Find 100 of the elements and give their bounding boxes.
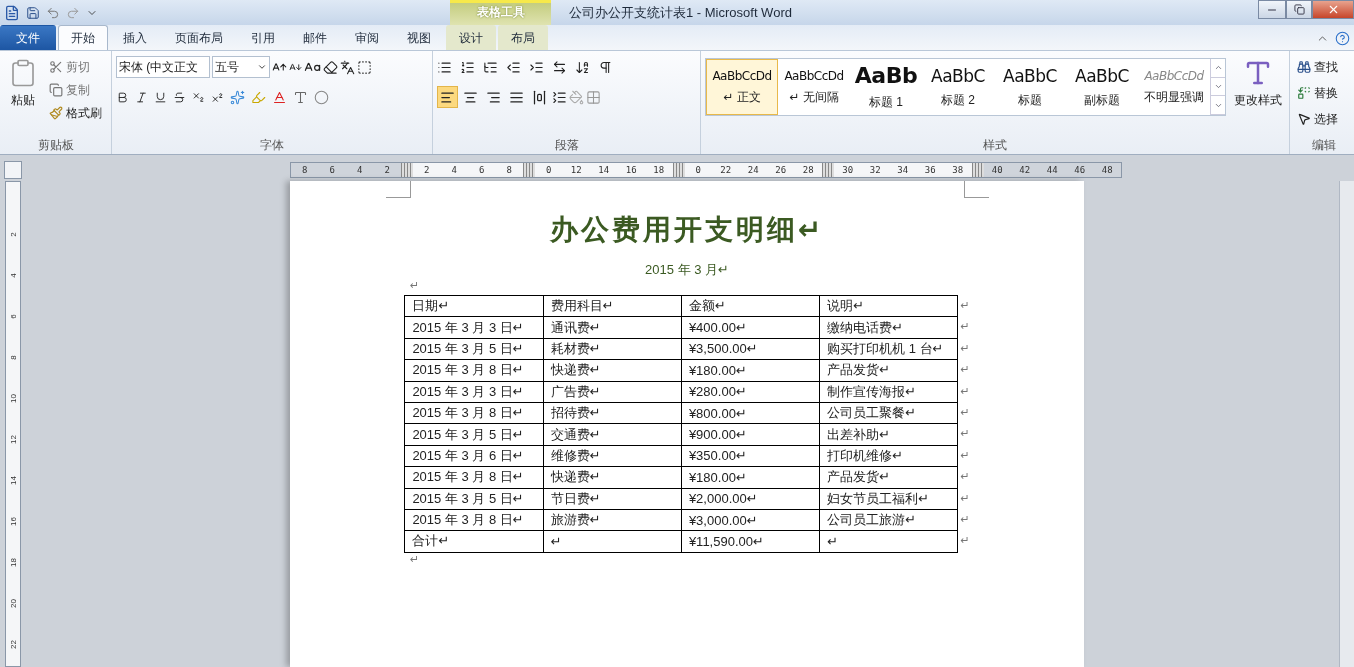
- ruler-number: 36: [923, 164, 937, 177]
- font-name-field[interactable]: 宋体 (中文正文: [116, 56, 210, 78]
- character-border-icon[interactable]: [357, 59, 372, 75]
- multilevel-list-icon[interactable]: [483, 59, 498, 75]
- decrease-indent-icon[interactable]: [506, 59, 521, 75]
- ruler-number: 32: [868, 164, 882, 177]
- table-cell: ¥400.00↵: [681, 316, 820, 339]
- font-size-field[interactable]: 五号: [212, 56, 270, 78]
- table-cell: 2015 年 3 月 8 日↵: [404, 466, 544, 488]
- table-cell: 快递费↵: [543, 359, 682, 382]
- table-cell: 2015 年 3 月 6 日↵: [404, 445, 544, 467]
- table-cell: 维修费↵: [543, 445, 682, 467]
- ribbon-tab[interactable]: 开始: [58, 25, 108, 50]
- enclose-character-icon[interactable]: [314, 89, 329, 105]
- font-color-icon[interactable]: [272, 89, 287, 105]
- replace-button[interactable]: 替换: [1294, 82, 1341, 104]
- group-label: 编辑: [1311, 137, 1337, 154]
- column-marker-icon[interactable]: [523, 163, 535, 177]
- table-cell: 产品发货↵: [819, 466, 958, 488]
- ruler-number: 40: [990, 164, 1004, 177]
- ribbon-tab[interactable]: 引用: [238, 25, 288, 50]
- align-button[interactable]: [437, 86, 458, 108]
- show-marks-icon[interactable]: [598, 59, 613, 75]
- horizontal-ruler[interactable]: 8 6 4 2 2 4 6 8 0 12 14 16 18 0 22 24 26 28 30 32 34 36 38 40 42 44 46 48: [290, 162, 1122, 178]
- ruler-number: 8: [301, 164, 309, 177]
- subscript-icon[interactable]: [192, 90, 205, 104]
- ruler-number: 4: [356, 164, 364, 177]
- close-button[interactable]: [1312, 0, 1354, 19]
- align-icon: [532, 89, 547, 105]
- help-icon[interactable]: [1335, 31, 1350, 46]
- ruler-number: 30: [841, 164, 855, 177]
- ruler-number: 4: [450, 164, 458, 177]
- ribbon-tab[interactable]: 视图: [394, 25, 444, 50]
- underline-icon[interactable]: [154, 90, 167, 104]
- ribbon-tab[interactable]: 插入: [110, 25, 160, 50]
- table-cell: 2015 年 3 月 5 日↵: [404, 488, 544, 510]
- column-marker-icon[interactable]: [401, 163, 413, 177]
- phonetic-guide-icon[interactable]: [340, 59, 355, 75]
- table-cell: 节日费↵: [543, 488, 682, 510]
- text-direction-icon[interactable]: [552, 59, 567, 75]
- text-effect-icon[interactable]: [230, 89, 245, 105]
- ruler-number: 14: [7, 476, 19, 485]
- ruler-number: 18: [7, 558, 19, 567]
- strikethrough-icon[interactable]: [173, 90, 186, 104]
- borders-icon[interactable]: [586, 89, 601, 105]
- paste-button[interactable]: 粘贴: [4, 56, 42, 137]
- table-cell: 妇女节员工福利↵: [819, 488, 958, 510]
- table-cell: 2015 年 3 月 3 日↵: [404, 316, 544, 339]
- group-label: 段落: [553, 137, 580, 154]
- bullets-icon[interactable]: [437, 59, 452, 75]
- ruler-number: 42: [1018, 164, 1032, 177]
- restore-button[interactable]: [1286, 0, 1312, 19]
- table-cell: ↵: [819, 530, 958, 553]
- style-preview: AaBbCcDd: [712, 68, 772, 83]
- ruler-number: 8: [7, 355, 19, 360]
- minimize-button[interactable]: [1258, 0, 1286, 19]
- scrollbar[interactable]: [1339, 181, 1354, 667]
- table-cell: ¥2,000.00↵: [681, 488, 820, 510]
- numbering-icon[interactable]: [460, 59, 475, 75]
- line-spacing-icon[interactable]: [552, 89, 567, 105]
- scissors-icon: [49, 60, 63, 74]
- column-marker-icon[interactable]: [822, 163, 834, 177]
- clear-format-icon[interactable]: [323, 59, 338, 75]
- increase-indent-icon[interactable]: [529, 59, 544, 75]
- ribbon-tab[interactable]: 设计: [446, 25, 496, 50]
- cut-button[interactable]: 剪切: [46, 56, 105, 78]
- ribbon-tab[interactable]: 邮件: [290, 25, 340, 50]
- superscript-icon[interactable]: [211, 90, 224, 104]
- paragraph-mark: ↵: [410, 552, 420, 567]
- ribbon-tab[interactable]: 文件: [0, 25, 56, 50]
- table-cell: ¥3,000.00↵: [681, 509, 820, 531]
- ribbon-tab[interactable]: 页面布局: [162, 25, 236, 50]
- bold-icon[interactable]: [116, 90, 129, 104]
- copy-button[interactable]: 复制: [46, 79, 105, 101]
- vertical-ruler[interactable]: 2 4 6 8 10 12 14 16 18 20 22: [5, 181, 21, 667]
- ribbon-tab[interactable]: 审阅: [342, 25, 392, 50]
- change-styles-button[interactable]: 更改样式: [1230, 56, 1286, 137]
- ribbon-tab[interactable]: 布局: [498, 25, 548, 50]
- ruler-number: 0: [545, 164, 553, 177]
- ruler-number: 10: [7, 394, 19, 403]
- find-button[interactable]: 查找: [1294, 56, 1341, 78]
- undo-icon[interactable]: [46, 5, 60, 20]
- row-end-mark: ↵: [959, 533, 970, 549]
- row-end-mark: ↵: [959, 490, 970, 506]
- style-item[interactable]: AaBbCcDd ↵ 正文: [706, 59, 778, 115]
- select-button[interactable]: 选择: [1294, 108, 1341, 130]
- sort-icon[interactable]: [575, 59, 590, 75]
- save-icon[interactable]: [26, 5, 40, 20]
- tab-selector-icon[interactable]: [4, 161, 22, 179]
- ruler-number: 28: [801, 164, 815, 177]
- ruler-number: 14: [597, 164, 611, 177]
- italic-icon[interactable]: [135, 90, 148, 104]
- ruler-number: 0: [694, 164, 702, 177]
- style-name: 标题 2: [941, 91, 975, 109]
- ruler-number: 44: [1045, 164, 1059, 177]
- format-painter-button[interactable]: 格式刷: [46, 102, 105, 124]
- ruler-number: 4: [7, 273, 19, 278]
- row-end-mark: ↵: [959, 340, 970, 356]
- shading-icon[interactable]: [293, 89, 308, 105]
- table-cell: 购买打印机机 1 台↵: [819, 338, 958, 360]
